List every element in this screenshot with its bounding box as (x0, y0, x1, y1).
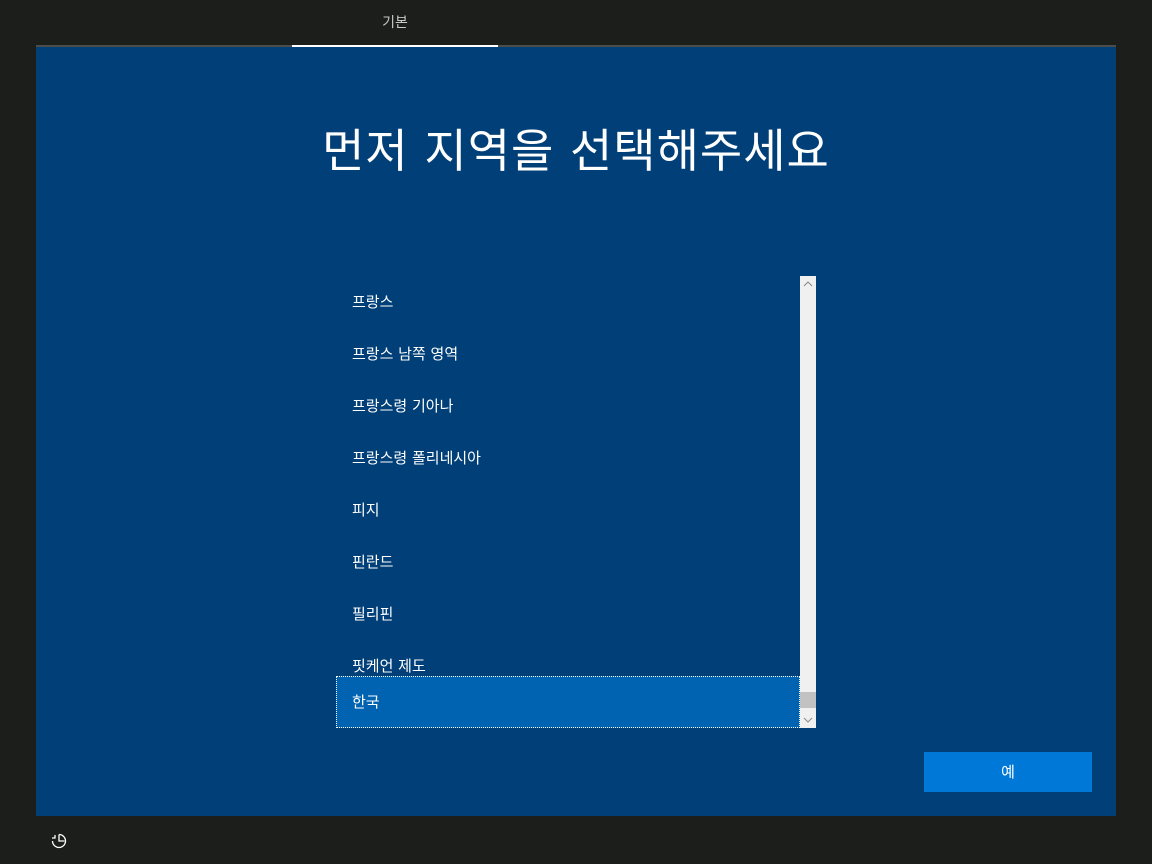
list-item-region[interactable]: 프랑스령 기아나 (336, 380, 800, 432)
accessibility-icon[interactable] (50, 832, 68, 850)
scroll-thumb[interactable] (800, 692, 816, 708)
list-item-region[interactable]: 필리핀 (336, 588, 800, 640)
top-bar (0, 0, 1152, 46)
yes-button[interactable]: 예 (924, 752, 1092, 792)
region-list-scrollbar[interactable] (800, 276, 816, 728)
scroll-up-icon[interactable] (800, 276, 816, 292)
list-item-region[interactable]: 프랑스령 폴리네시아 (336, 432, 800, 484)
region-list[interactable]: 프랑스 프랑스 남쪽 영역 프랑스령 기아나 프랑스령 폴리네시아 피지 핀란드… (336, 276, 816, 728)
page-title: 먼저 지역을 선택해주세요 (322, 124, 830, 178)
list-item-region[interactable]: 프랑스 (336, 276, 800, 328)
setup-panel: 먼저 지역을 선택해주세요 프랑스 프랑스 남쪽 영역 프랑스령 기아나 프랑스… (36, 47, 1116, 816)
list-item-region[interactable]: 프랑스 남쪽 영역 (336, 328, 800, 380)
list-item-region-selected[interactable]: 한국 (336, 676, 800, 728)
tab-basic[interactable]: 기본 (292, 0, 498, 47)
list-item-region[interactable]: 피지 (336, 484, 800, 536)
list-item-region[interactable]: 핀란드 (336, 536, 800, 588)
scroll-down-icon[interactable] (800, 712, 816, 728)
